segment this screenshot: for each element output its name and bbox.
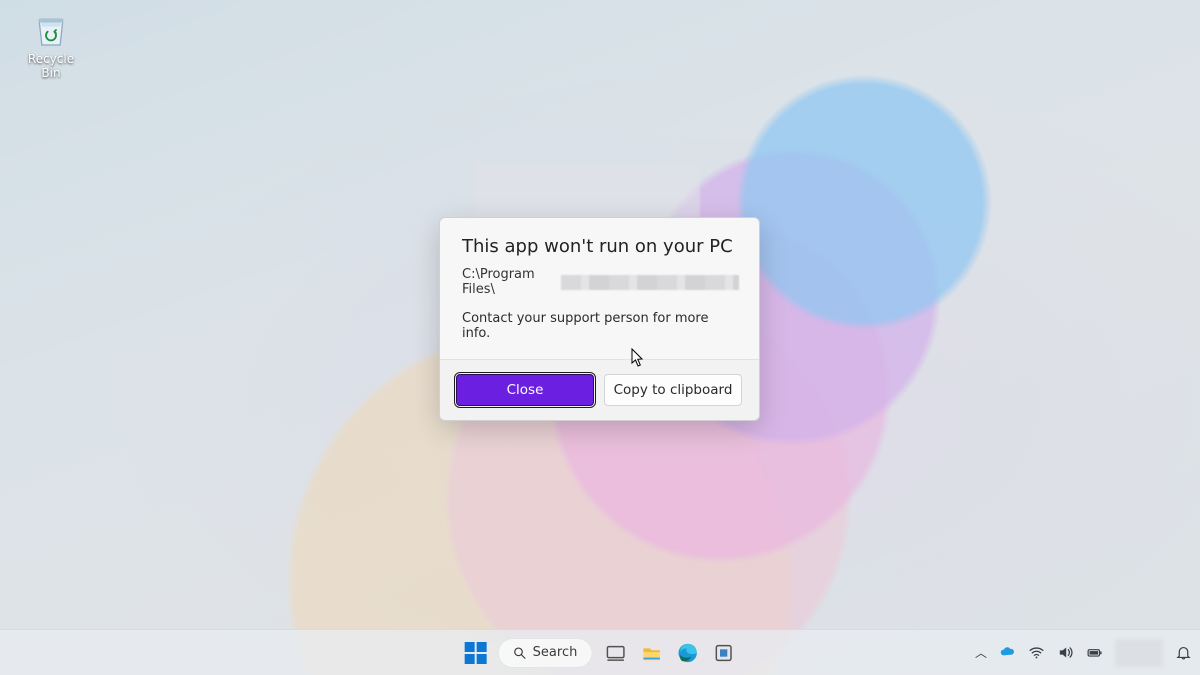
start-button[interactable] <box>464 641 488 665</box>
error-dialog: This app won't run on your PC C:\Program… <box>439 217 760 421</box>
battery-tray-icon[interactable] <box>1086 644 1103 661</box>
dialog-footer: Close Copy to clipboard <box>440 359 759 420</box>
search-icon <box>513 646 527 660</box>
dialog-path: C:\Program Files\ <box>462 267 739 297</box>
dialog-info-text: Contact your support person for more inf… <box>462 311 739 341</box>
dialog-title: This app won't run on your PC <box>462 236 739 257</box>
taskbar-search-label: Search <box>533 645 578 660</box>
recycle-bin-icon <box>31 10 71 50</box>
volume-tray-icon[interactable] <box>1057 644 1074 661</box>
wifi-tray-icon[interactable] <box>1028 644 1045 661</box>
tray-overflow-button[interactable]: ︿ <box>975 644 987 661</box>
close-button[interactable]: Close <box>456 374 594 406</box>
taskbar-app-button[interactable] <box>710 640 736 666</box>
recycle-bin-label: Recycle Bin <box>18 52 84 80</box>
file-explorer-button[interactable] <box>638 640 664 666</box>
clock-redacted[interactable] <box>1115 639 1163 667</box>
notifications-tray-icon[interactable] <box>1175 644 1192 661</box>
obscured-window-behind <box>475 163 700 218</box>
task-view-button[interactable] <box>602 640 628 666</box>
taskbar-search[interactable]: Search <box>498 638 593 668</box>
dialog-path-redacted <box>561 275 739 290</box>
copy-to-clipboard-button[interactable]: Copy to clipboard <box>604 374 742 406</box>
dialog-path-prefix: C:\Program Files\ <box>462 267 559 297</box>
recycle-bin-desktop-icon[interactable]: Recycle Bin <box>18 10 84 80</box>
onedrive-tray-icon[interactable] <box>999 644 1016 661</box>
edge-browser-button[interactable] <box>674 640 700 666</box>
system-tray: ︿ <box>975 639 1192 667</box>
taskbar: Search ︿ <box>0 629 1200 675</box>
